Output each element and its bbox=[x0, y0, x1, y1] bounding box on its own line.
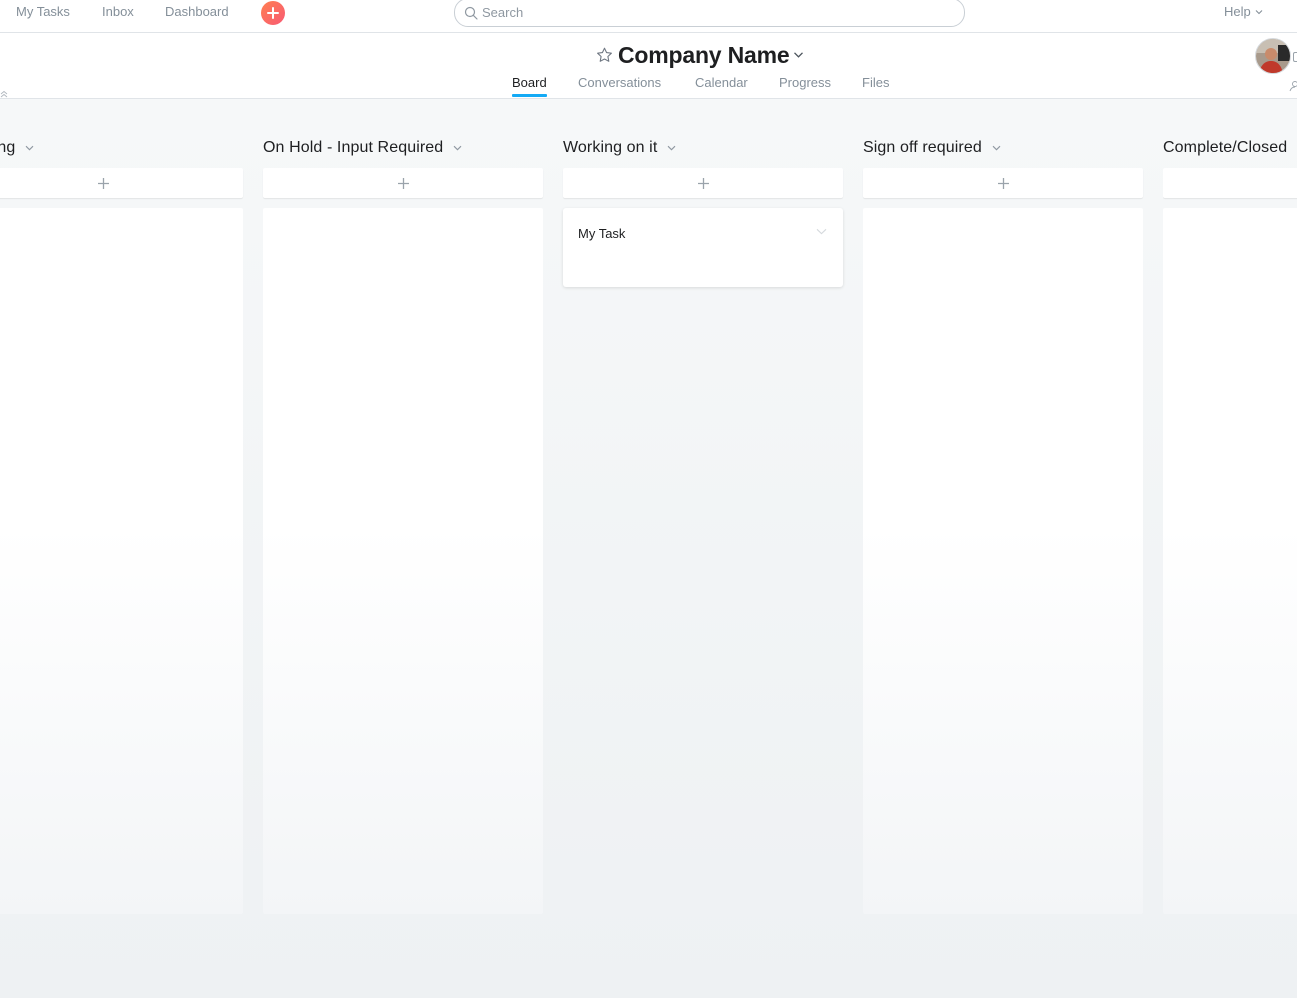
star-icon[interactable] bbox=[596, 47, 613, 63]
board: tigating On Hold - Input Required bbox=[0, 99, 1297, 998]
add-task-button[interactable] bbox=[563, 168, 843, 198]
board-column: Working on it My Task bbox=[563, 99, 843, 919]
plus-icon bbox=[97, 177, 109, 189]
chevron-down-icon[interactable] bbox=[992, 145, 1001, 151]
column-body[interactable] bbox=[263, 208, 543, 914]
project-tabs: Board Conversations Calendar Progress Fi… bbox=[0, 75, 1297, 99]
search-box[interactable] bbox=[454, 0, 965, 27]
task-card[interactable]: My Task bbox=[563, 208, 843, 287]
chevron-down-icon[interactable] bbox=[667, 145, 676, 151]
board-column: Sign off required bbox=[863, 99, 1143, 919]
search-icon bbox=[464, 6, 478, 20]
add-task-button[interactable] bbox=[863, 168, 1143, 198]
plus-icon bbox=[267, 7, 279, 19]
column-header[interactable]: Complete/Closed bbox=[1163, 137, 1287, 159]
column-body[interactable] bbox=[563, 208, 843, 914]
column-header[interactable]: On Hold - Input Required bbox=[263, 137, 462, 159]
column-title: Working on it bbox=[563, 139, 658, 156]
add-task-button[interactable] bbox=[0, 168, 243, 198]
chevron-down-icon[interactable] bbox=[25, 145, 34, 151]
add-task-button[interactable] bbox=[1163, 168, 1297, 198]
tab-conversations[interactable]: Conversations bbox=[578, 75, 661, 91]
tab-progress[interactable]: Progress bbox=[779, 75, 831, 91]
column-header[interactable]: Working on it bbox=[563, 137, 676, 159]
project-header: Company Name Board Conversations Calenda… bbox=[0, 33, 1297, 99]
project-title: Company Name bbox=[618, 42, 790, 68]
tab-files[interactable]: Files bbox=[862, 75, 889, 91]
nav-inbox[interactable]: Inbox bbox=[102, 4, 134, 20]
avatar[interactable] bbox=[1255, 38, 1291, 74]
task-name: My Task bbox=[578, 226, 626, 241]
plus-icon bbox=[397, 177, 409, 189]
board-column: Complete/Closed bbox=[1163, 99, 1297, 919]
quick-add-button[interactable] bbox=[261, 1, 285, 25]
add-task-button[interactable] bbox=[263, 168, 543, 198]
column-body[interactable] bbox=[0, 208, 243, 914]
board-column: tigating bbox=[0, 99, 243, 919]
nav-my-tasks[interactable]: My Tasks bbox=[16, 4, 70, 20]
column-title: Sign off required bbox=[863, 139, 982, 156]
help-label: Help bbox=[1224, 4, 1251, 19]
tab-board[interactable]: Board bbox=[512, 75, 547, 97]
column-title: tigating bbox=[0, 139, 16, 156]
plus-icon bbox=[997, 177, 1009, 189]
column-title: Complete/Closed bbox=[1163, 139, 1288, 156]
column-title: On Hold - Input Required bbox=[263, 139, 444, 156]
help-menu[interactable]: Help bbox=[1224, 4, 1263, 19]
project-title-row: Company Name bbox=[596, 41, 804, 69]
column-body[interactable] bbox=[1163, 208, 1297, 914]
tab-calendar[interactable]: Calendar bbox=[695, 75, 748, 91]
plus-icon bbox=[697, 177, 709, 189]
chevron-down-icon[interactable] bbox=[453, 145, 462, 151]
overflow-indicator bbox=[1293, 52, 1297, 62]
add-member-icon[interactable] bbox=[1289, 79, 1297, 97]
column-body[interactable] bbox=[863, 208, 1143, 914]
chevron-down-icon bbox=[1255, 9, 1263, 14]
search-input[interactable] bbox=[482, 5, 922, 20]
column-header[interactable]: tigating bbox=[0, 137, 34, 159]
chevron-down-icon[interactable] bbox=[793, 51, 804, 59]
column-header[interactable]: Sign off required bbox=[863, 137, 1001, 159]
nav-dashboard[interactable]: Dashboard bbox=[165, 4, 229, 20]
board-column: On Hold - Input Required bbox=[263, 99, 543, 919]
top-bar: My Tasks Inbox Dashboard Help bbox=[0, 0, 1297, 33]
chevron-down-icon[interactable] bbox=[816, 228, 827, 235]
